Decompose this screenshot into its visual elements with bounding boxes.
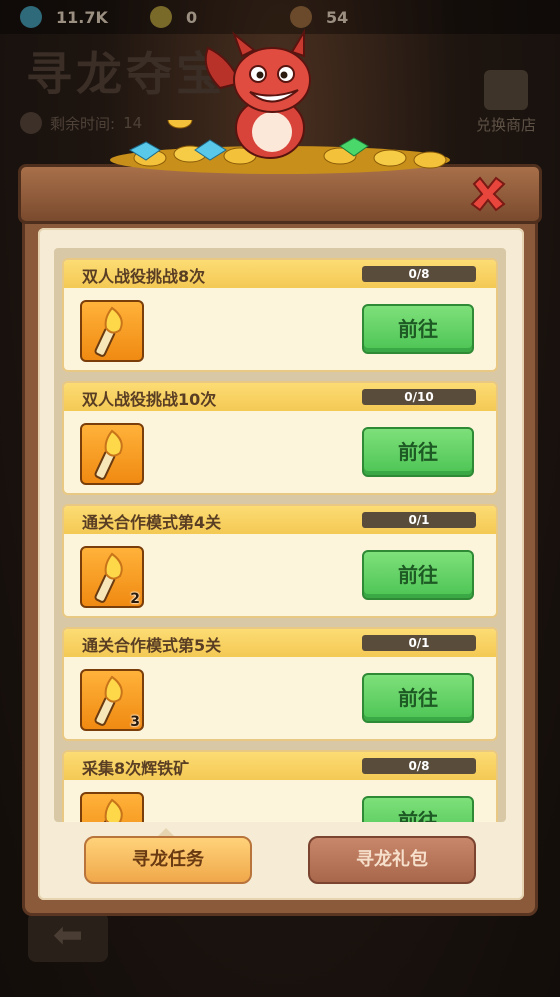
active-tab-indicator [158,828,174,836]
go-button[interactable]: 前往 [362,427,474,477]
task-progress: 0/8 [362,758,476,774]
tab-dragon-gift[interactable]: 寻龙礼包 [308,836,476,884]
task-item: 双人战役挑战8次 0/8 前往 [62,258,498,372]
exchange-shop-button[interactable]: 兑换商店 [466,70,546,135]
task-item: 通关合作模式第4关 0/1 2 前往 [62,504,498,618]
reward-slot[interactable] [80,792,144,822]
go-button[interactable]: 前往 [362,673,474,723]
close-button[interactable] [466,172,510,216]
shop-icon [484,70,528,110]
reward-count: 2 [130,591,140,607]
torch-count: 54 [326,7,349,27]
task-list[interactable]: 双人战役挑战8次 0/8 前往 双人战役挑战10次 0/10 前往 通关合作模式… [54,248,506,822]
task-progress: 0/8 [362,266,476,282]
shop-label: 兑换商店 [475,116,536,134]
go-button[interactable]: 前往 [362,796,474,822]
task-name: 通关合作模式第5关 [82,636,222,655]
event-title: 寻龙夺宝 [26,47,226,101]
task-item: 通关合作模式第5关 0/1 3 前往 [62,627,498,741]
go-button[interactable]: 前往 [362,304,474,354]
clock-icon [20,112,42,134]
task-name: 双人战役挑战10次 [82,390,217,409]
reward-count: 3 [130,714,140,730]
reward-slot[interactable]: 3 [80,669,144,731]
close-icon [470,176,506,212]
torch-icon [94,429,123,480]
gem-resource: 11.7K [20,6,108,28]
torch-icon [290,6,312,28]
coin-count: 0 [186,7,198,27]
torch-icon [94,306,123,357]
reward-slot[interactable] [80,300,144,362]
go-button[interactable]: 前往 [362,550,474,600]
torch-resource: 54 [290,6,348,28]
task-progress: 0/10 [362,389,476,405]
gem-icon [20,6,42,28]
back-button[interactable]: ⬅ [28,912,108,962]
reward-slot[interactable] [80,423,144,485]
reward-slot[interactable]: 2 [80,546,144,608]
coin-icon [150,6,172,28]
dragon-mascot [204,28,311,159]
task-name: 采集8次辉铁矿 [82,759,190,778]
task-item: 采集8次辉铁矿 0/8 前往 [62,750,498,822]
coin-resource: 0 [150,6,197,28]
task-progress: 0/1 [362,512,476,528]
torch-icon [94,798,123,822]
back-arrow-icon: ⬅ [52,915,84,956]
task-progress: 0/1 [362,635,476,651]
task-item: 双人战役挑战10次 0/10 前往 [62,381,498,495]
gem-count: 11.7K [56,7,108,27]
tab-dragon-tasks[interactable]: 寻龙任务 [84,836,252,884]
task-name: 通关合作模式第4关 [82,513,222,532]
task-name: 双人战役挑战8次 [82,267,206,286]
